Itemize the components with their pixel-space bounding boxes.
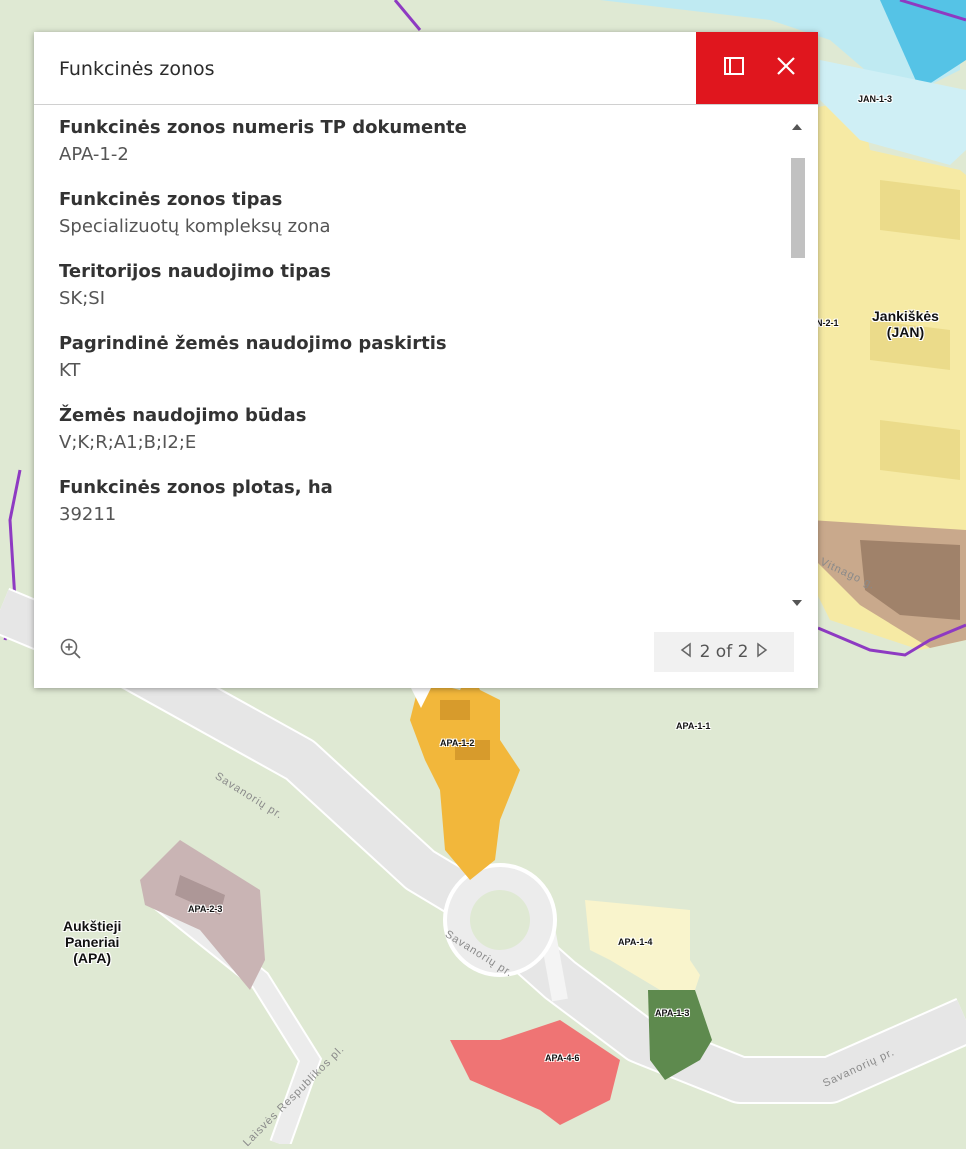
field-value: SK;SI — [59, 288, 106, 309]
zone-label-apa-1-3: APA-1-3 — [655, 1008, 690, 1018]
next-feature-button[interactable] — [756, 642, 768, 663]
field-label: Funkcinės zonos plotas, ha — [59, 477, 333, 498]
zone-label-apa-2-3: APA-2-3 — [188, 904, 223, 914]
feature-popup: Funkcinės zonos Funkcinės zonos numeris … — [34, 32, 818, 688]
field-value: Specializuotų kompleksų zona — [59, 216, 331, 237]
field-zone-number: Funkcinės zonos numeris TP dokumente APA… — [59, 115, 784, 169]
field-zone-area: Funkcinės zonos plotas, ha 39211 — [59, 475, 784, 529]
area-label-jankiskes: Jankiškės (JAN) — [872, 308, 939, 340]
area-label-line: (JAN) — [886, 324, 925, 341]
popup-footer: 2 of 2 — [34, 622, 818, 688]
field-label: Teritorijos naudojimo tipas — [59, 261, 331, 282]
zone-label-n-2-1: N-2-1 — [816, 318, 839, 328]
zone-label-jan-1-3: JAN-1-3 — [858, 94, 893, 104]
field-zone-type: Funkcinės zonos tipas Specializuotų komp… — [59, 187, 784, 241]
area-label-line: Jankiškės — [872, 308, 939, 324]
zoom-in-icon — [58, 638, 84, 666]
popup-header-actions — [696, 32, 818, 104]
field-territory-use-type: Teritorijos naudojimo tipas SK;SI — [59, 259, 784, 313]
field-value: APA-1-2 — [59, 144, 129, 165]
field-value: 39211 — [59, 504, 117, 525]
previous-feature-button[interactable] — [680, 642, 692, 663]
close-button[interactable] — [758, 32, 814, 104]
field-label: Žemės naudojimo būdas — [59, 405, 307, 426]
scroll-up-arrow-icon[interactable] — [792, 124, 802, 130]
zone-label-apa-1-4: APA-1-4 — [618, 937, 653, 947]
area-label-line: Aukštieji — [63, 918, 122, 934]
next-icon — [756, 642, 768, 663]
zone-label-apa-1-2: APA-1-2 — [440, 738, 475, 748]
scroll-down-arrow-icon[interactable] — [792, 600, 802, 606]
field-main-land-purpose: Pagrindinė žemės naudojimo paskirtis KT — [59, 331, 784, 385]
field-value: KT — [59, 360, 81, 381]
popup-title: Funkcinės zonos — [59, 58, 215, 80]
popup-content[interactable]: Funkcinės zonos numeris TP dokumente APA… — [59, 115, 784, 615]
popup-header: Funkcinės zonos — [34, 32, 818, 105]
field-value: V;K;R;A1;B;I2;E — [59, 432, 197, 453]
field-land-use-method: Žemės naudojimo būdas V;K;R;A1;B;I2;E — [59, 403, 784, 457]
area-label-line: (APA) — [73, 950, 112, 967]
field-label: Funkcinės zonos tipas — [59, 189, 283, 210]
area-label-line: Paneriai — [64, 934, 120, 951]
dock-button[interactable] — [706, 32, 762, 104]
zone-label-apa-4-6: APA-4-6 — [545, 1053, 580, 1063]
feature-pager: 2 of 2 — [654, 632, 794, 672]
area-label-paneriai: Aukštieji Paneriai (APA) — [63, 918, 121, 966]
zoom-to-button[interactable] — [58, 636, 88, 666]
field-label: Pagrindinė žemės naudojimo paskirtis — [59, 333, 447, 354]
scrollbar-thumb[interactable] — [791, 158, 805, 258]
previous-icon — [680, 642, 692, 663]
close-icon — [776, 56, 796, 80]
popup-scrollbar[interactable] — [787, 114, 809, 616]
zone-label-apa-1-1: APA-1-1 — [676, 721, 711, 731]
popup-pointer — [410, 686, 432, 708]
field-label: Funkcinės zonos numeris TP dokumente — [59, 117, 467, 138]
dock-icon — [724, 57, 744, 79]
pager-count: 2 of 2 — [699, 642, 749, 662]
